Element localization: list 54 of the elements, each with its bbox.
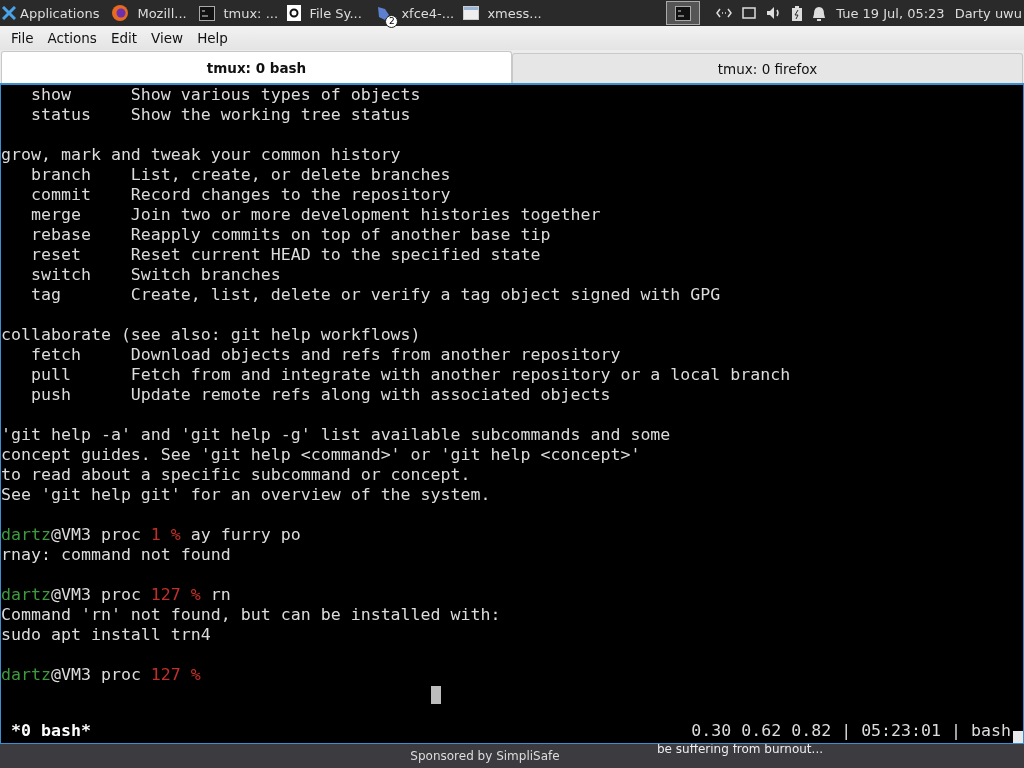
terminal-line: branch List, create, or delete branches xyxy=(29,165,452,185)
terminal-line: status Show the working tree status xyxy=(29,105,412,125)
applications-menu[interactable]: Applications xyxy=(0,0,106,26)
taskbar-button[interactable]: File Sy... xyxy=(281,0,370,26)
status-info: 0.30 0.62 0.82 | 05:23:01 | bash xyxy=(691,721,1011,741)
terminal-line: sudo apt install trn4 xyxy=(1,625,212,645)
text-cursor xyxy=(431,686,441,704)
terminal-line: pull Fetch from and integrate with another repository or a local branch xyxy=(29,365,792,385)
network-icon[interactable] xyxy=(716,8,733,18)
display-icon[interactable] xyxy=(742,7,757,19)
menu-item[interactable]: Actions xyxy=(40,30,104,46)
terminal-line: concept guides. See 'git help <command>' or 'git help <concept>' xyxy=(1,445,642,465)
terminal-line: rnay: command not found xyxy=(1,545,232,565)
tab[interactable]: tmux: 0 firefox xyxy=(512,53,1023,83)
menu-item[interactable]: Help xyxy=(190,30,235,46)
sponsor-text: Sponsored by SimpliSafe xyxy=(409,749,561,763)
disk-icon xyxy=(287,5,302,21)
terminal-launcher[interactable] xyxy=(666,1,701,25)
terminal-icon xyxy=(675,5,692,21)
xfce-logo-icon xyxy=(2,6,16,20)
user-name[interactable]: Darty uwu xyxy=(954,5,1022,21)
terminal-line: reset Reset current HEAD to the specified state xyxy=(29,245,542,265)
terminal-line: commit Record changes to the repository xyxy=(29,185,452,205)
clock[interactable]: Tue 19 Jul, 05:23 xyxy=(836,5,945,21)
terminal-line: collaborate (see also: git help workflows) xyxy=(1,325,422,345)
terminal-line: to read about a specific subcommand or concept. xyxy=(1,465,472,485)
browser-icon xyxy=(111,4,130,22)
terminal-line: Command 'rn' not found, but can be installed with: xyxy=(1,605,502,625)
menu-item[interactable]: View xyxy=(144,30,191,46)
terminal-line: push Update remote refs along with associated objects xyxy=(29,385,612,405)
terminal-line: merge Join two or more development histories together xyxy=(29,205,602,225)
terminal-line: 'git help -a' and 'git help -g' list available subcommands and some xyxy=(1,425,672,445)
window-icon xyxy=(463,6,480,20)
terminal-line: rebase Reapply commits on top of another base tip xyxy=(29,225,552,245)
menu-item[interactable]: Edit xyxy=(103,30,145,46)
bell-icon[interactable] xyxy=(812,5,827,21)
menu-item[interactable]: File xyxy=(4,30,41,46)
snippet-text: be suffering from burnout... xyxy=(657,742,823,756)
tab[interactable]: tmux: 0 bash xyxy=(1,51,512,83)
terminal-line: grow, mark and tweak your common history xyxy=(1,145,402,165)
taskbar-button[interactable]: Mozill... xyxy=(105,0,194,26)
terminal-line: See 'git help git' for an overview of the system. xyxy=(1,485,492,505)
terminal-line: show Show various types of objects xyxy=(29,85,422,105)
terminal-line: dartz@VM3 proc 127 % xyxy=(1,665,202,685)
taskbar-button[interactable]: xmess... xyxy=(457,0,553,26)
terminal-line: dartz@VM3 proc 127 % rn xyxy=(1,585,232,605)
terminal-icon xyxy=(199,5,216,21)
taskbar-button[interactable]: tmux: ... xyxy=(193,0,282,26)
terminal-line: tag Create, list, delete or verify a tag object signed with GPG xyxy=(29,285,722,305)
window-status: *0 bash* xyxy=(11,721,91,741)
terminal-line: fetch Download objects and refs from another repository xyxy=(29,345,622,365)
battery-icon[interactable] xyxy=(792,5,803,21)
terminal-line: dartz@VM3 proc 1 % ay furry po xyxy=(1,525,302,545)
terminal-line: switch Switch branches xyxy=(29,265,282,285)
